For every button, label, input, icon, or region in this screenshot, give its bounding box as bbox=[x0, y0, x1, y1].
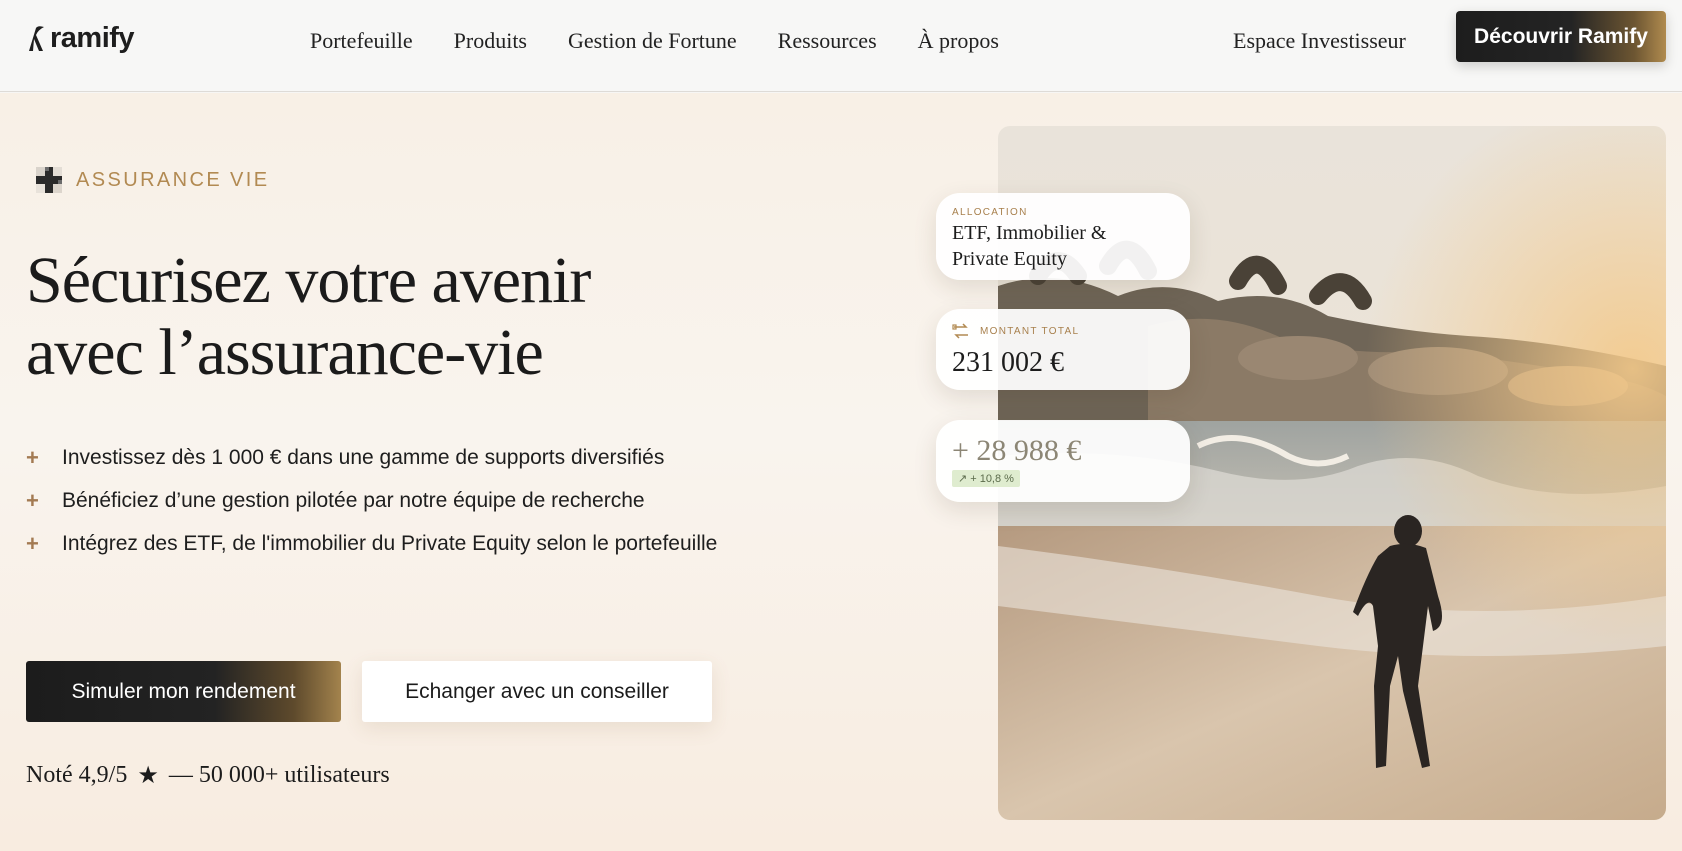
ramify-logo[interactable]: ramify bbox=[26, 22, 135, 55]
gain-percent: + 10,8 % bbox=[970, 472, 1014, 485]
nav-item-portefeuille[interactable]: Portefeuille bbox=[310, 28, 413, 54]
simuler-rendement-button[interactable]: Simuler mon rendement bbox=[26, 661, 341, 722]
benefits-list: + Investissez dès 1 000 € dans une gamme… bbox=[26, 436, 717, 565]
rating-score: Noté 4,9/5 bbox=[26, 762, 128, 788]
arrow-up-right-icon: ↗ bbox=[958, 473, 968, 485]
plus-icon: + bbox=[26, 444, 39, 470]
ramify-logo-mark-icon bbox=[29, 25, 44, 51]
decouvrir-ramify-button[interactable]: Découvrir Ramify bbox=[1456, 11, 1666, 62]
title-line-1: Sécurisez votre avenir bbox=[26, 244, 591, 317]
espace-investisseur-link[interactable]: Espace Investisseur bbox=[1233, 28, 1406, 54]
list-item: + Bénéficiez d’une gestion pilotée par n… bbox=[26, 479, 717, 522]
hero-section: ASSURANCE VIE Sécurisez votre avenir ave… bbox=[0, 93, 1682, 851]
gain-amount: + 28 988 € bbox=[952, 434, 1082, 467]
plus-icon: + bbox=[26, 487, 39, 513]
star-icon: ★ bbox=[137, 763, 159, 789]
allocation-line-2: Private Equity bbox=[952, 248, 1067, 270]
logo-text: ramify bbox=[50, 22, 135, 54]
montant-total-card: MONTANT TOTAL 231 002 € bbox=[936, 309, 1190, 390]
list-item: + Intégrez des ETF, de l'immobilier du P… bbox=[26, 522, 717, 565]
transfer-icon bbox=[952, 323, 968, 339]
echanger-conseiller-button[interactable]: Echanger avec un conseiller bbox=[362, 661, 712, 722]
main-nav: Portefeuille Produits Gestion de Fortune… bbox=[310, 28, 1040, 54]
nav-item-ressources[interactable]: Ressources bbox=[778, 28, 877, 54]
allocation-line-1: ETF, Immobilier & bbox=[952, 222, 1107, 244]
total-label: MONTANT TOTAL bbox=[980, 325, 1080, 337]
title-line-2: avec l’assurance-vie bbox=[26, 316, 544, 389]
gain-card: + 28 988 € ↗ + 10,8 % bbox=[936, 420, 1190, 502]
assurance-vie-badge: ASSURANCE VIE bbox=[34, 165, 269, 195]
site-header: ramify Portefeuille Produits Gestion de … bbox=[0, 0, 1682, 92]
total-amount: 231 002 € bbox=[952, 347, 1064, 378]
allocation-card: ALLOCATION ETF, Immobilier & Private Equ… bbox=[936, 193, 1190, 280]
plus-icon: + bbox=[26, 530, 39, 556]
badge-label: ASSURANCE VIE bbox=[76, 168, 270, 191]
benefit-text: Bénéficiez d’une gestion pilotée par not… bbox=[62, 488, 645, 512]
rating-line: Noté 4,9/5 ★ — 50 000+ utilisateurs bbox=[26, 761, 390, 790]
benefit-text: Intégrez des ETF, de l'immobilier du Pri… bbox=[62, 531, 718, 555]
rating-users: — 50 000+ utilisateurs bbox=[168, 762, 390, 788]
plus-pixel-icon bbox=[36, 167, 62, 193]
nav-item-gestion-de-fortune[interactable]: Gestion de Fortune bbox=[568, 28, 737, 54]
page-title: Sécurisez votre avenir avec l’assurance-… bbox=[26, 245, 846, 389]
nav-item-a-propos[interactable]: À propos bbox=[918, 28, 999, 54]
nav-item-produits[interactable]: Produits bbox=[454, 28, 527, 54]
gain-percent-badge: ↗ + 10,8 % bbox=[952, 470, 1020, 487]
list-item: + Investissez dès 1 000 € dans une gamme… bbox=[26, 436, 717, 479]
benefit-text: Investissez dès 1 000 € dans une gamme d… bbox=[62, 445, 665, 469]
allocation-label: ALLOCATION bbox=[952, 207, 1028, 218]
allocation-value: ETF, Immobilier & Private Equity bbox=[952, 220, 1174, 272]
